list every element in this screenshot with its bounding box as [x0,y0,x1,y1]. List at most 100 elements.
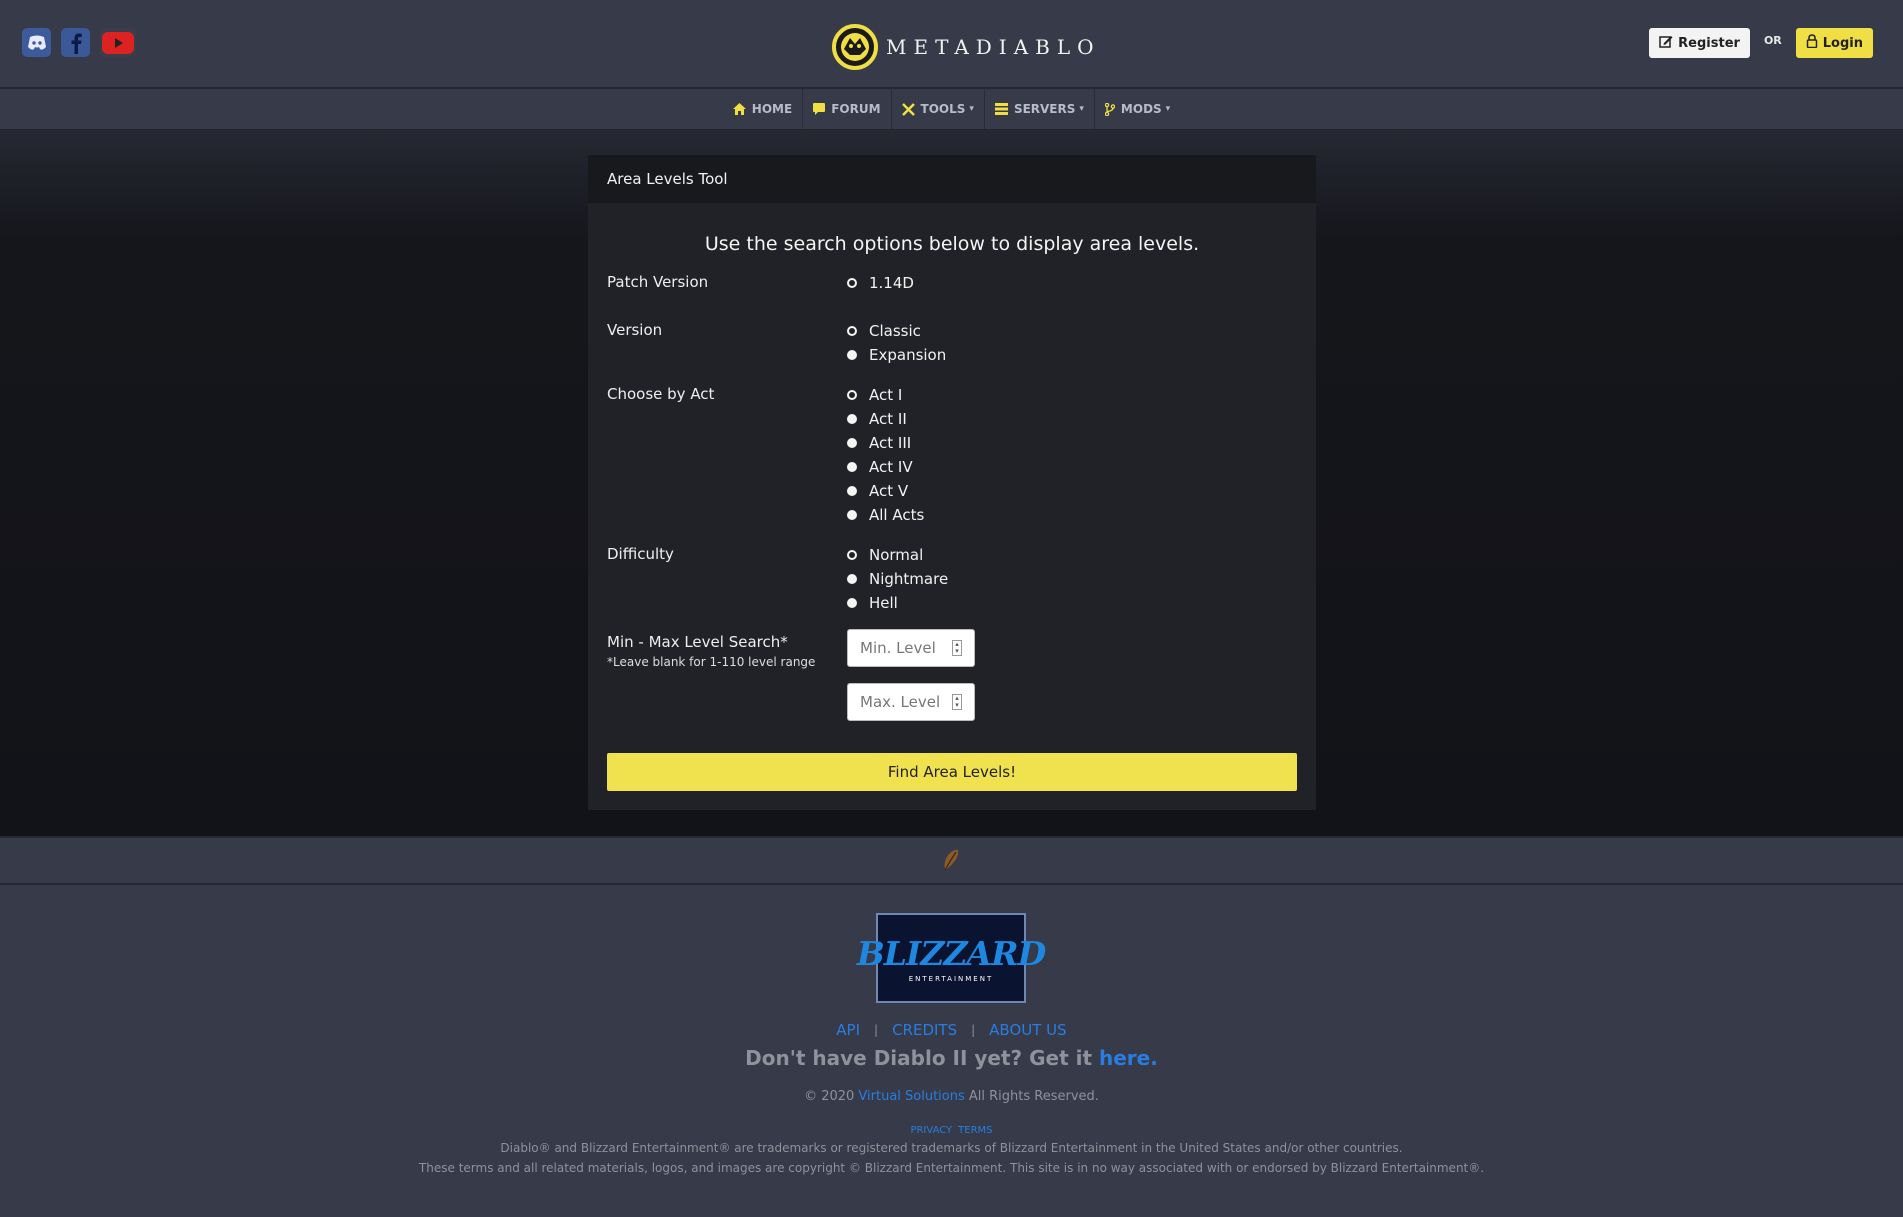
nav-servers[interactable]: SERVERS ▾ [985,89,1095,129]
terms-link[interactable]: TERMS [958,1125,992,1136]
nav-forum-label: FORUM [831,102,881,116]
act-option-label: Act IV [869,458,913,476]
act-option-2[interactable]: Act II [847,407,924,431]
min-level-placeholder: Min. Level [860,639,936,657]
act-option-all[interactable]: All Acts [847,503,924,527]
legal-line-2: These terms and all related materials, l… [418,1161,1485,1175]
chat-icon [813,103,826,115]
register-button[interactable]: Register [1649,28,1750,58]
youtube-icon[interactable] [100,28,136,57]
max-level-placeholder: Max. Level [860,693,941,711]
patch-version-options: 1.14D [847,271,914,295]
radio-unselected[interactable] [847,414,857,424]
facebook-icon[interactable] [61,28,90,57]
nav-mods-label: MODS [1120,102,1162,116]
link-separator: | [971,1023,976,1037]
act-option-5[interactable]: Act V [847,479,924,503]
act-options: Act I Act II Act III Act IV Act V All Ac… [847,383,924,527]
nav-forum[interactable]: FORUM [803,89,892,129]
edit-icon [1659,34,1673,52]
site-logo[interactable]: METADIABLO [832,24,1101,70]
difficulty-options: Normal Nightmare Hell [847,543,948,615]
radio-selected[interactable] [847,390,857,400]
card-title: Area Levels Tool [588,155,1316,203]
blizzard-wordmark: BLIZZARD [856,933,1046,973]
policy-links: PRIVACY TERMS [0,1125,1903,1136]
level-range-note: *Leave blank for 1-110 level range [607,655,816,669]
legal-line-1: Diablo® and Blizzard Entertainment® are … [500,1141,1403,1155]
patch-option-label: 1.14D [869,274,914,292]
level-range-label: Min - Max Level Search* [607,633,788,651]
blizzard-logo[interactable]: BLIZZARD ENTERTAINMENT [857,913,1046,1003]
radio-unselected[interactable] [847,462,857,472]
difficulty-option-label: Normal [869,546,924,564]
footer-link-credits[interactable]: CREDITS [892,1021,957,1039]
auth-area: Register OR Login [1649,28,1873,58]
radio-unselected[interactable] [847,350,857,360]
nav-servers-label: SERVERS [1013,102,1076,116]
nav-home-label: HOME [751,102,793,116]
version-options: Classic Expansion [847,319,946,367]
nav-home[interactable]: HOME [723,89,804,129]
login-label: Login [1822,35,1863,51]
discord-icon[interactable] [22,28,51,57]
footer-link-about[interactable]: ABOUT US [989,1021,1067,1039]
blizzard-subtitle: ENTERTAINMENT [908,974,994,983]
servers-icon [994,103,1008,115]
link-separator: | [874,1023,879,1037]
site-header: METADIABLO Register OR Login [0,0,1903,89]
difficulty-option-nightmare[interactable]: Nightmare [847,567,948,591]
patch-version-label: Patch Version [607,273,709,291]
feather-icon [944,849,959,871]
radio-unselected[interactable] [847,438,857,448]
radio-unselected[interactable] [847,574,857,584]
radio-selected[interactable] [847,326,857,336]
nav-tools-label: TOOLS [920,102,966,116]
act-option-label: All Acts [869,506,925,524]
intro-text: Use the search options below to display … [704,233,1200,255]
act-label: Choose by Act [607,385,715,403]
find-area-levels-button[interactable]: Find Area Levels! [607,753,1297,791]
version-option-expansion[interactable]: Expansion [847,343,946,367]
chevron-down-icon: ▾ [1165,104,1171,114]
login-button[interactable]: Login [1795,28,1873,58]
divider-band [0,836,1903,885]
promo-link[interactable]: here. [1099,1046,1158,1070]
act-option-1[interactable]: Act I [847,383,924,407]
radio-unselected[interactable] [847,598,857,608]
version-option-label: Classic [869,322,921,340]
min-level-input[interactable]: Min. Level ▴ ▾ [847,629,975,667]
nav-mods[interactable]: MODS ▾ [1095,89,1180,129]
social-links [22,28,136,57]
lock-icon [1806,34,1818,52]
act-option-label: Act III [869,434,912,452]
footer-link-api[interactable]: API [836,1021,860,1039]
act-option-3[interactable]: Act III [847,431,924,455]
promo-text: Don't have Diablo II yet? Get it [745,1046,1099,1070]
company-link[interactable]: Virtual Solutions [858,1089,964,1104]
nav-tools[interactable]: TOOLS ▾ [892,89,985,129]
difficulty-option-normal[interactable]: Normal [847,543,948,567]
copyright-suffix: All Rights Reserved. [964,1089,1099,1104]
difficulty-label: Difficulty [607,545,674,563]
patch-option[interactable]: 1.14D [847,271,914,295]
version-option-classic[interactable]: Classic [847,319,946,343]
radio-selected[interactable] [847,278,857,288]
copyright-prefix: © 2020 [804,1089,859,1104]
version-option-label: Expansion [869,346,947,364]
or-separator: OR [1763,33,1782,47]
spinner-icon[interactable]: ▴ ▾ [952,694,962,710]
difficulty-option-hell[interactable]: Hell [847,591,948,615]
radio-unselected[interactable] [847,486,857,496]
radio-selected[interactable] [847,550,857,560]
act-option-label: Act I [869,386,903,404]
max-level-input[interactable]: Max. Level ▴ ▾ [847,683,975,721]
spinner-icon[interactable]: ▴ ▾ [952,640,962,656]
difficulty-option-label: Hell [869,594,898,612]
privacy-link[interactable]: PRIVACY [910,1125,952,1136]
act-option-label: Act II [869,410,907,428]
radio-unselected[interactable] [847,510,857,520]
chevron-down-icon: ▾ [969,104,974,114]
logo-wordmark: METADIABLO [886,35,1101,59]
act-option-4[interactable]: Act IV [847,455,924,479]
